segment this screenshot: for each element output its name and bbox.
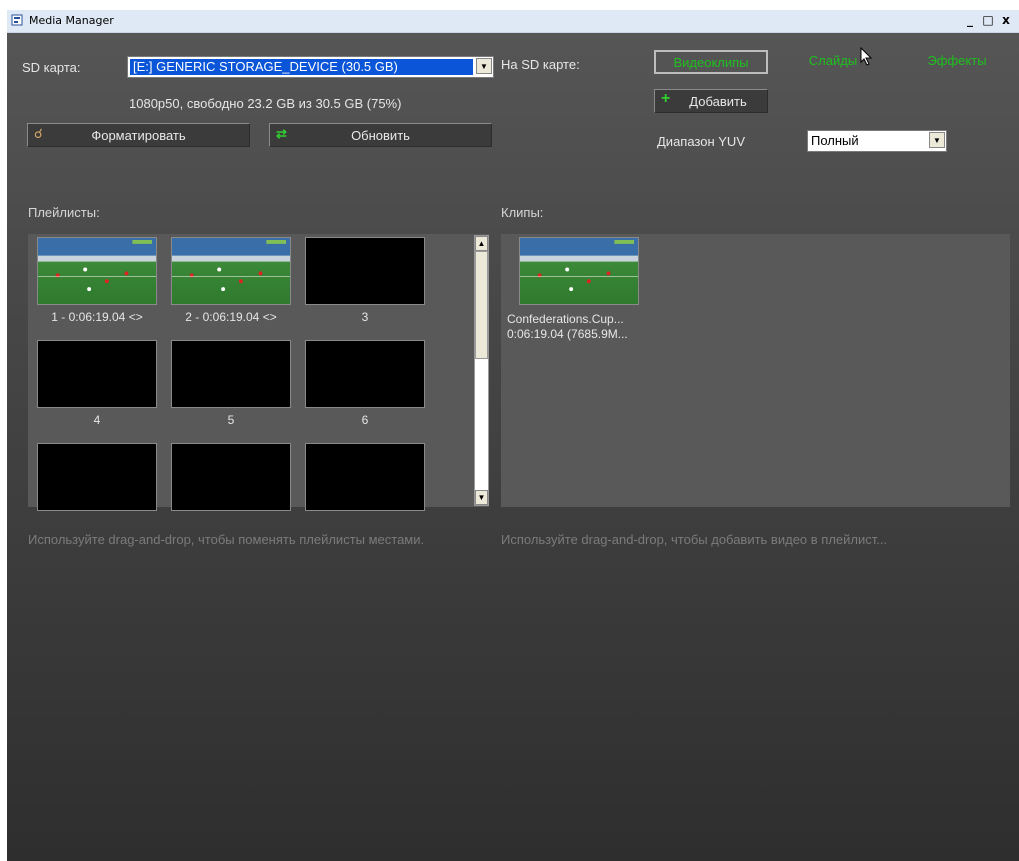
clip-thumbnail[interactable] [519,237,639,305]
playlist-caption: 2 - 0:06:19.04 <> [185,310,277,324]
clip-name: Confederations.Cup... [507,312,624,326]
soccer-field-image [520,238,638,292]
clips-hint: Используйте drag-and-drop, чтобы добавит… [501,532,888,547]
scroll-down-icon[interactable]: ▼ [475,490,488,505]
tab-effects[interactable]: Эффекты [907,50,1007,74]
clip-duration: 0:06:19.04 (7685.9M... [507,327,628,341]
clips-panel[interactable]: Confederations.Cup... 0:06:19.04 (7685.9… [501,234,1010,507]
chevron-down-icon[interactable]: ▼ [929,132,945,148]
app-icon [11,14,23,26]
sd-card-label: SD карта: [22,60,81,75]
playlist-thumbnail[interactable] [171,443,291,511]
add-button[interactable]: + Добавить [654,89,768,113]
playlist-thumbnail[interactable] [305,443,425,511]
add-button-label: Добавить [689,94,747,109]
playlist-thumbnail[interactable] [37,237,157,305]
maximize-button[interactable]: □ [980,12,996,28]
refresh-button-label: Обновить [351,128,410,143]
close-button[interactable]: x [998,12,1014,28]
playlist-thumbnail[interactable] [171,237,291,305]
playlists-hint: Используйте drag-and-drop, чтобы поменят… [28,532,425,547]
sd-device-value: [E:] GENERIC STORAGE_DEVICE (30.5 GB) [130,59,473,75]
soccer-field-image [172,238,290,292]
sd-info-text: 1080p50, свободно 23.2 GB из 30.5 GB (75… [129,96,402,111]
scroll-up-icon[interactable]: ▲ [475,236,488,251]
playlists-label: Плейлисты: [28,205,100,220]
refresh-button[interactable]: ⇄ Обновить [269,123,492,147]
playlist-thumbnail[interactable] [305,237,425,305]
scroll-thumb[interactable] [475,251,488,359]
playlist-thumbnail[interactable] [37,340,157,408]
playlist-caption: 3 [361,310,369,324]
playlist-caption: 4 [93,413,101,427]
soccer-field-image [38,238,156,292]
playlists-panel[interactable]: 1 - 0:06:19.04 <> 2 - 0:06:19.04 <> 3 4 5 6 ▲… [28,234,489,511]
playlist-caption: 1 - 0:06:19.04 <> [51,310,143,324]
playlist-thumbnail[interactable] [305,340,425,408]
yuv-range-label: Диапазон YUV [657,134,745,149]
tab-videoclips[interactable]: Видеоклипы [654,50,768,74]
playlist-caption: 5 [227,413,235,427]
yuv-range-select[interactable]: Полный ▼ [807,130,947,152]
chevron-down-icon[interactable]: ▼ [476,58,492,74]
yuv-range-value: Полный [811,133,859,148]
title-bar[interactable]: Media Manager _ □ x [7,10,1019,33]
minimize-button[interactable]: _ [962,12,978,28]
on-card-label: На SD карте: [501,57,580,72]
window-title: Media Manager [29,14,114,27]
playlist-thumbnail[interactable] [171,340,291,408]
media-manager-window: Media Manager _ □ x SD карта: [E:] GENER… [7,10,1019,861]
mouse-cursor-icon [860,47,873,66]
format-button-label: Форматировать [91,128,186,143]
clips-label: Клипы: [501,205,544,220]
playlist-thumbnail[interactable] [37,443,157,511]
playlists-scrollbar[interactable]: ▲ ▼ [474,235,489,506]
format-button[interactable]: ☌ Форматировать [27,123,250,147]
sd-device-select[interactable]: [E:] GENERIC STORAGE_DEVICE (30.5 GB) ▼ [127,56,494,78]
playlist-caption: 6 [361,413,369,427]
